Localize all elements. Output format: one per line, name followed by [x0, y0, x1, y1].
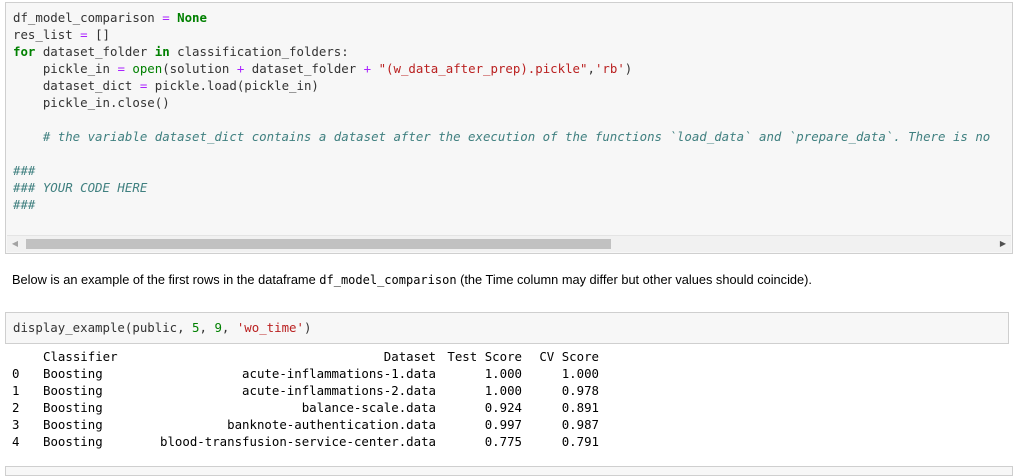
cell-test-score: 1.000: [484, 366, 522, 381]
cell-classifier: Boosting: [43, 434, 103, 449]
code-line-1-text: df_model_comparison = None: [13, 10, 207, 25]
code-line-4-text: pickle_in = open(solution + dataset_fold…: [13, 61, 633, 76]
cell-test-score: 0.924: [484, 400, 522, 415]
table-header-row: Classifier Dataset Test Score CV Score: [12, 348, 599, 365]
table-row: 3 Boosting banknote-authentication.data …: [12, 416, 599, 433]
header-classifier: Classifier: [43, 349, 118, 364]
code-line-4: pickle_in = open(solution + dataset_fold…: [13, 60, 1012, 77]
cell-dataset: acute-inflammations-2.data: [242, 383, 436, 398]
code-line-5: dataset_dict = pickle.load(pickle_in): [13, 77, 1012, 94]
horizontal-scrollbar[interactable]: ◀ ▶: [7, 235, 1011, 252]
code-line-12-text: ###: [13, 197, 36, 212]
markdown-text-before: Below is an example of the first rows in…: [12, 272, 320, 287]
markdown-inline-code: df_model_comparison: [319, 273, 457, 287]
header-index: [12, 348, 43, 365]
cell-dataset: banknote-authentication.data: [227, 417, 436, 432]
code-editor-body[interactable]: df_model_comparison = None res_list = []…: [13, 9, 1012, 239]
header-test-score: Test Score: [447, 349, 522, 364]
cell-test-score: 0.997: [484, 417, 522, 432]
cell-test-score: 1.000: [484, 383, 522, 398]
header-dataset: Dataset: [383, 349, 436, 364]
code-line-11-text: ### YOUR CODE HERE: [13, 180, 148, 195]
code-line-2: res_list = []: [13, 26, 1012, 43]
code-line-2-text: res_list = []: [13, 27, 110, 42]
code-line-6-text: pickle_in.close(): [13, 95, 170, 110]
table-row: 4 Boosting blood-transfusion-service-cen…: [12, 433, 599, 450]
cell-cv-score: 1.000: [561, 366, 599, 381]
cell-classifier: Boosting: [43, 383, 103, 398]
output-dataframe: Classifier Dataset Test Score CV Score 0…: [12, 348, 599, 450]
caret-right-icon[interactable]: ▶: [995, 236, 1011, 252]
table-row: 0 Boosting acute-inflammations-1.data 1.…: [12, 365, 599, 382]
code-line-8-text: # the variable dataset_dict contains a d…: [42, 129, 991, 144]
code-cell-editor[interactable]: df_model_comparison = None res_list = []…: [5, 2, 1013, 254]
display-example-line: display_example(public, 5, 9, 'wo_time'): [13, 319, 311, 336]
row-index: 3: [12, 417, 20, 432]
header-cv-score: CV Score: [539, 349, 599, 364]
display-example-text: display_example(public, 5, 9, 'wo_time'): [13, 320, 312, 335]
cell-cv-score: 0.987: [561, 417, 599, 432]
row-index: 0: [12, 366, 20, 381]
cell-classifier: Boosting: [43, 400, 103, 415]
code-line-10: ###: [13, 162, 1012, 179]
cell-cv-score: 0.891: [561, 400, 599, 415]
scrollbar-thumb[interactable]: [26, 239, 611, 249]
code-line-10-text: ###: [13, 163, 36, 178]
code-line-5-text: dataset_dict = pickle.load(pickle_in): [13, 78, 319, 93]
dataframe-table: Classifier Dataset Test Score CV Score 0…: [12, 348, 599, 450]
cell-cv-score: 0.791: [561, 434, 599, 449]
cell-dataset: acute-inflammations-1.data: [242, 366, 436, 381]
table-row: 1 Boosting acute-inflammations-2.data 1.…: [12, 382, 599, 399]
table-row: 2 Boosting balance-scale.data 0.924 0.89…: [12, 399, 599, 416]
markdown-text: Below is an example of the first rows in…: [12, 272, 812, 287]
row-index: 1: [12, 383, 20, 398]
code-line-8: # the variable dataset_dict contains a d…: [13, 128, 1012, 145]
code-line-3: for dataset_folder in classification_fol…: [13, 43, 1012, 60]
code-line-11: ### YOUR CODE HERE: [13, 179, 1012, 196]
cell-dataset: blood-transfusion-service-center.data: [159, 434, 436, 449]
cell-test-score: 0.775: [484, 434, 522, 449]
next-code-cell[interactable]: [5, 466, 1013, 476]
cell-cv-score: 0.978: [561, 383, 599, 398]
code-line-12: ###: [13, 196, 1012, 213]
row-index: 4: [12, 434, 20, 449]
code-line-3-text: for dataset_folder in classification_fol…: [13, 44, 349, 59]
code-line-6: pickle_in.close(): [13, 94, 1012, 111]
cell-classifier: Boosting: [43, 417, 103, 432]
row-index: 2: [12, 400, 20, 415]
code-line-1: df_model_comparison = None: [13, 9, 1012, 26]
cell-dataset: balance-scale.data: [301, 400, 436, 415]
markdown-text-after: (the Time column may differ but other va…: [456, 272, 812, 287]
cell-classifier: Boosting: [43, 366, 103, 381]
caret-left-icon[interactable]: ◀: [7, 236, 23, 252]
code-cell-display-example[interactable]: display_example(public, 5, 9, 'wo_time'): [5, 312, 1009, 344]
